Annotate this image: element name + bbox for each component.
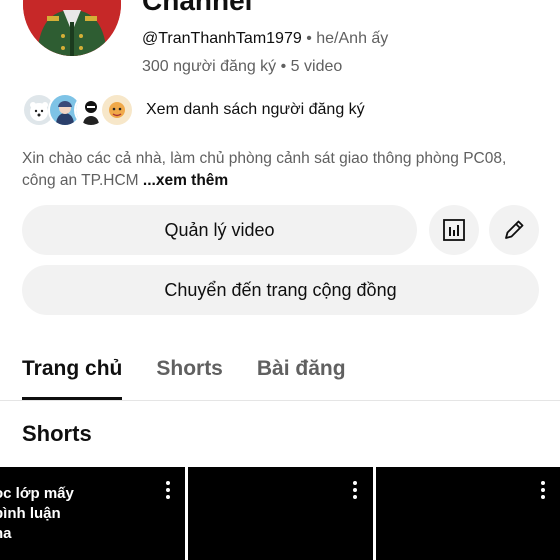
channel-stats: 300 người đăng ký • 5 video [142, 58, 343, 75]
more-vert-icon[interactable] [538, 479, 548, 501]
analytics-icon [443, 219, 465, 241]
shorts-shelf: ọc lớp mấy bình luận na [0, 467, 560, 560]
short-thumbnail[interactable] [188, 467, 373, 560]
go-to-community-button[interactable]: Chuyển đến trang cộng đồng [22, 265, 539, 315]
manage-videos-button[interactable]: Quản lý video [22, 205, 417, 255]
channel-pronouns: he/Anh ấy [316, 30, 389, 47]
description-text: Xin chào các cả nhà, làm chủ phòng cảnh … [22, 150, 507, 189]
analytics-button[interactable] [429, 205, 479, 255]
short-thumbnail[interactable]: ọc lớp mấy bình luận na [0, 467, 185, 560]
separator: • [306, 30, 312, 47]
channel-avatar[interactable] [23, 0, 121, 56]
more-vert-icon[interactable] [350, 479, 360, 501]
tab-posts[interactable]: Bài đăng [257, 355, 346, 400]
channel-handle: @TranThanhTam1979 [142, 30, 302, 47]
subscribers-row[interactable]: Xem danh sách người đăng ký [22, 93, 365, 127]
channel-description[interactable]: Xin chào các cả nhà, làm chủ phòng cảnh … [22, 148, 542, 192]
subscriber-avatars [22, 93, 134, 127]
tabs-divider [0, 400, 560, 401]
shorts-section-title: Shorts [22, 421, 92, 446]
tab-shorts[interactable]: Shorts [156, 355, 223, 400]
short-overlay-text: ọc lớp mấy bình luận na [0, 485, 74, 542]
go-to-community-label: Chuyển đến trang cộng đồng [164, 279, 397, 300]
short-thumbnail[interactable] [376, 467, 560, 560]
edit-channel-button[interactable] [489, 205, 539, 255]
tab-home[interactable]: Trang chủ [22, 355, 123, 400]
channel-tabs: Trang chủ Shorts Bài đăng [22, 355, 346, 400]
channel-handle-line: @TranThanhTam1979 • he/Anh ấy [142, 29, 388, 49]
more-vert-icon[interactable] [163, 479, 173, 501]
subscriber-avatar-cartoon [100, 93, 134, 127]
manage-videos-label: Quản lý video [164, 219, 275, 240]
channel-title: Channel [142, 0, 253, 16]
pencil-icon [505, 220, 524, 239]
view-subscribers-link[interactable]: Xem danh sách người đăng ký [146, 101, 365, 119]
description-more-link[interactable]: ...xem thêm [143, 172, 228, 189]
